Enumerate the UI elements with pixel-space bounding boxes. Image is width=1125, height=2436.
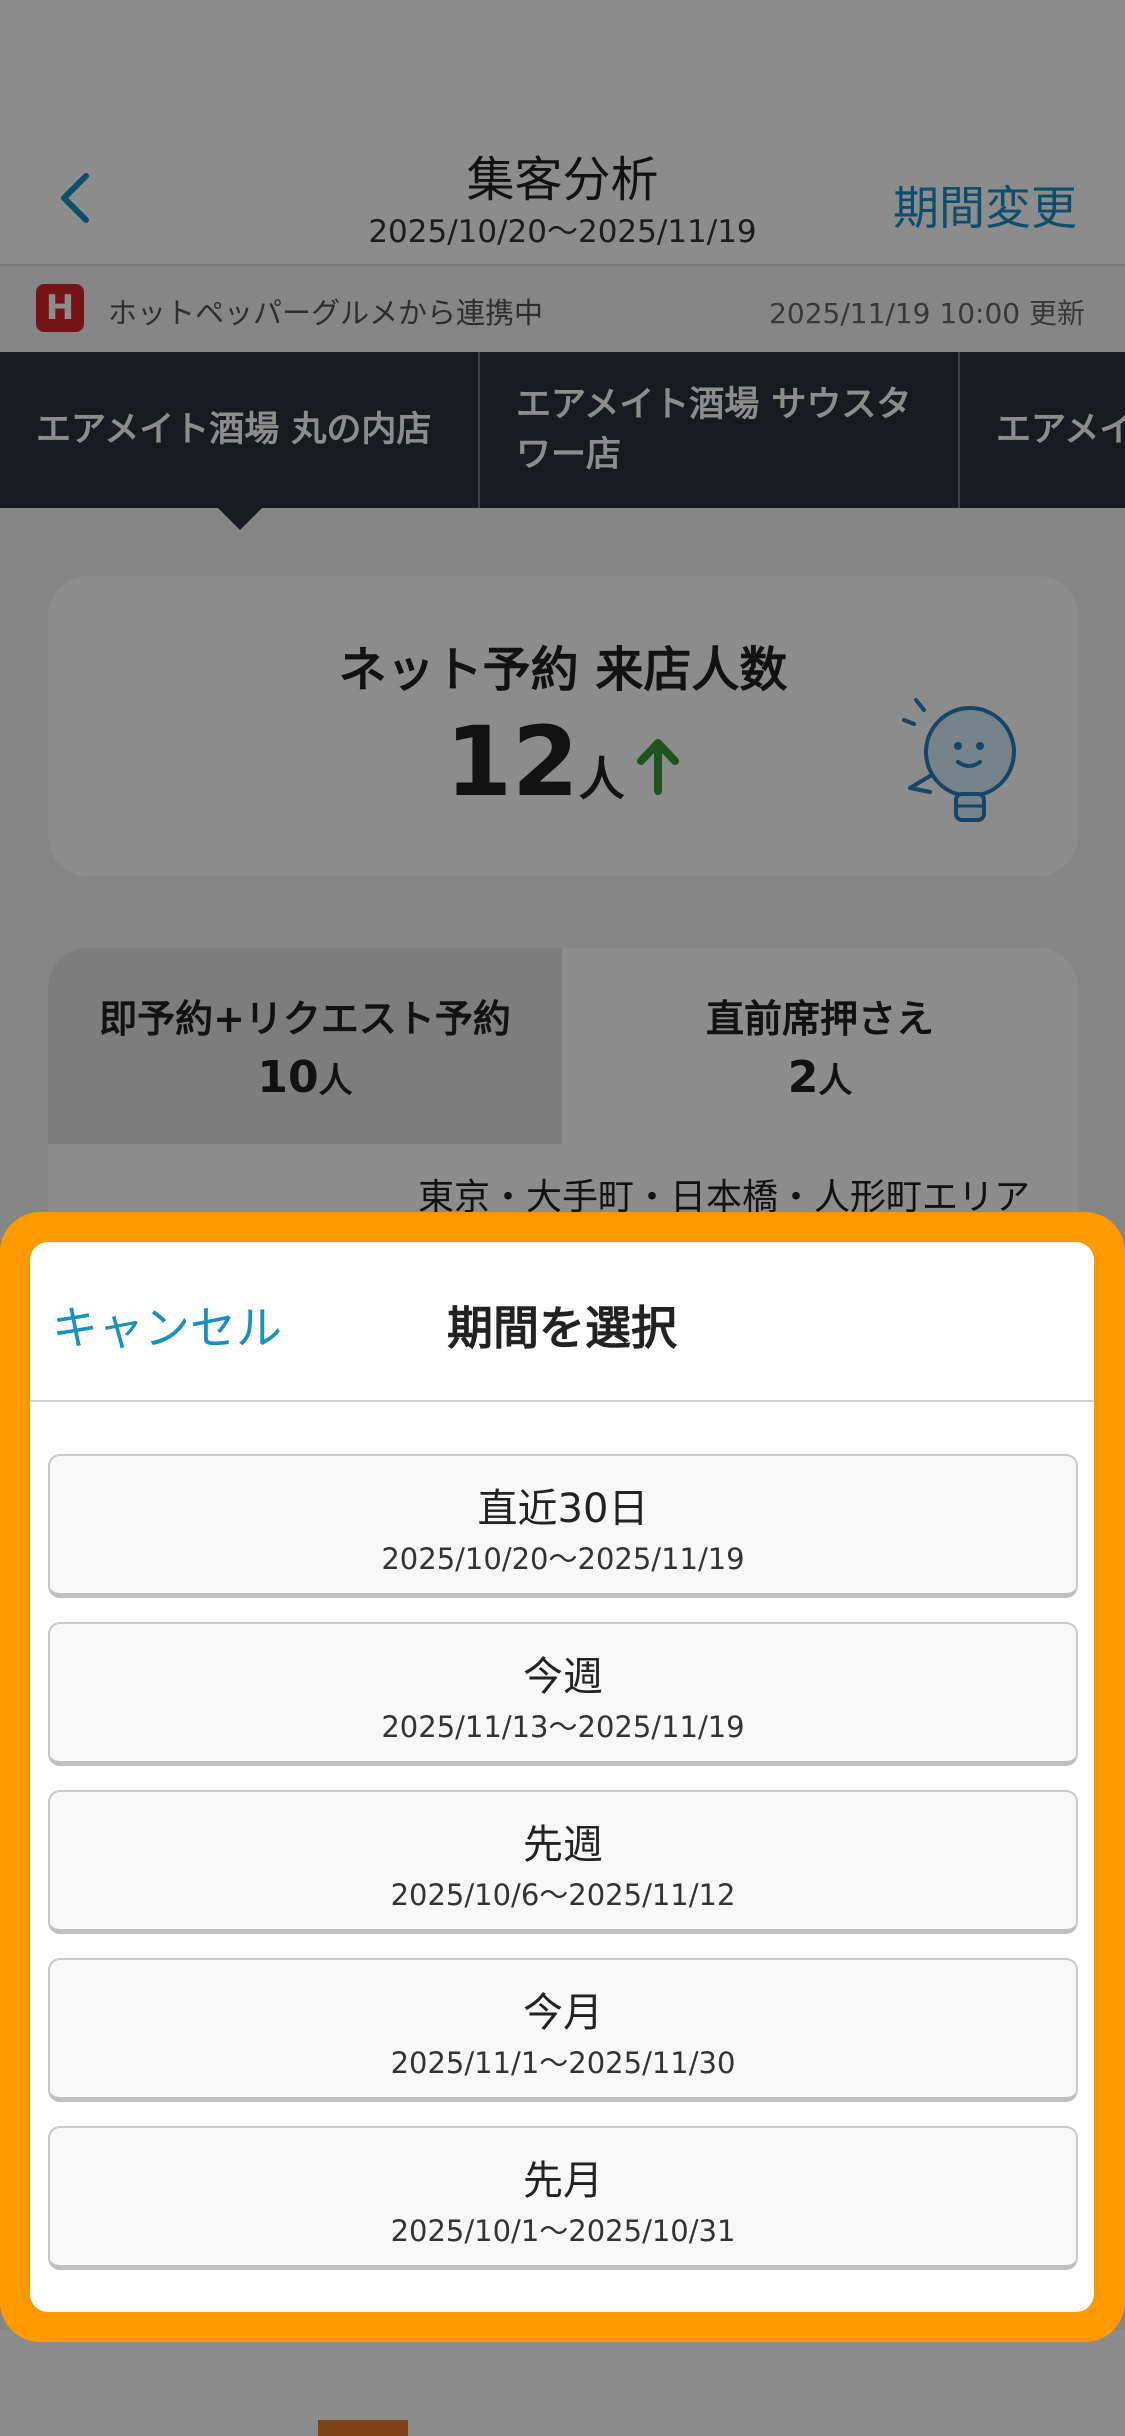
period-option-last-week[interactable]: 先週 2025/10/6〜2025/11/12 bbox=[48, 1790, 1078, 1934]
period-option-range: 2025/10/1〜2025/10/31 bbox=[390, 2214, 736, 2248]
period-option-range: 2025/11/1〜2025/11/30 bbox=[390, 2046, 736, 2080]
period-option-last-30-days[interactable]: 直近30日 2025/10/20〜2025/11/19 bbox=[48, 1454, 1078, 1598]
period-select-sheet: キャンセル 期間を選択 直近30日 2025/10/20〜2025/11/19 … bbox=[30, 1242, 1094, 2312]
period-option-this-month[interactable]: 今月 2025/11/1〜2025/11/30 bbox=[48, 1958, 1078, 2102]
period-option-label: 今月 bbox=[523, 1990, 603, 2036]
period-option-label: 今週 bbox=[523, 1654, 603, 1700]
period-option-range: 2025/10/20〜2025/11/19 bbox=[381, 1542, 745, 1576]
period-option-label: 直近30日 bbox=[477, 1486, 649, 1532]
period-option-this-week[interactable]: 今週 2025/11/13〜2025/11/19 bbox=[48, 1622, 1078, 1766]
period-option-range: 2025/10/6〜2025/11/12 bbox=[390, 1878, 736, 1912]
period-option-range: 2025/11/13〜2025/11/19 bbox=[381, 1710, 745, 1744]
sheet-title: 期間を選択 bbox=[447, 1301, 677, 1355]
period-option-last-month[interactable]: 先月 2025/10/1〜2025/10/31 bbox=[48, 2126, 1078, 2270]
sheet-header: キャンセル 期間を選択 bbox=[30, 1242, 1094, 1402]
period-option-label: 先月 bbox=[523, 2158, 603, 2204]
period-option-label: 先週 bbox=[523, 1822, 603, 1868]
